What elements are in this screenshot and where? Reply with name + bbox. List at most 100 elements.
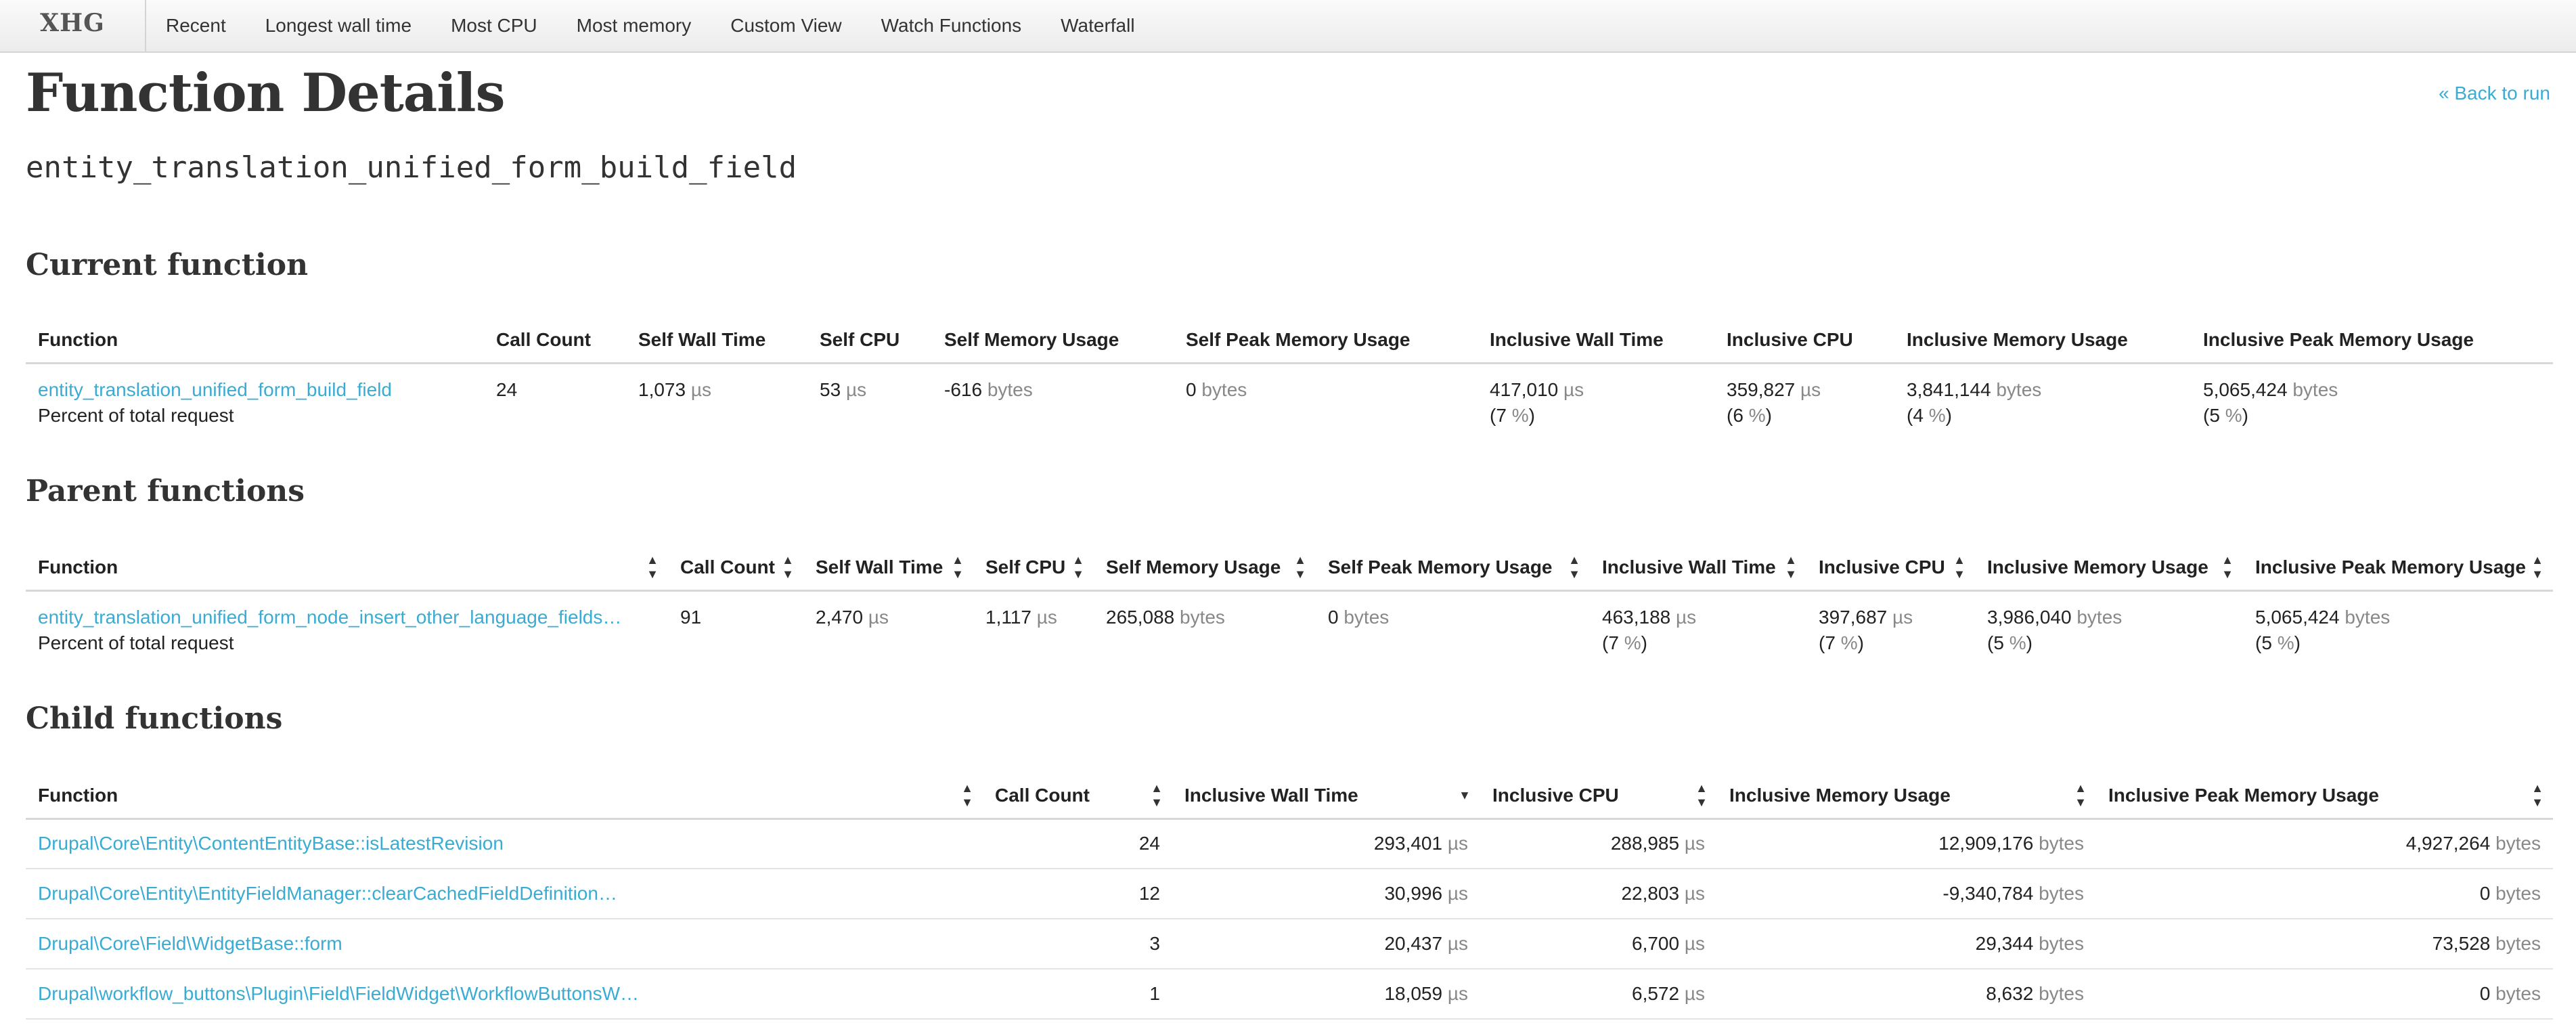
table-row: Drupal\Core\Entity\ContentEntityBase::is… bbox=[26, 819, 2553, 869]
sort-icon[interactable]: ▲ ▼ bbox=[1785, 553, 1797, 582]
sort-icon[interactable]: ▲ ▼ bbox=[2221, 553, 2234, 582]
function-link[interactable]: Drupal\workflow_buttons\Plugin\Field\Fie… bbox=[38, 983, 639, 1004]
nav-item-recent[interactable]: Recent bbox=[146, 15, 246, 37]
col-self-wall-time: Self Wall Time bbox=[626, 318, 807, 364]
col-self-memory: Self Memory Usage bbox=[932, 318, 1174, 364]
col-call-count[interactable]: Call Count ▲ ▼ bbox=[668, 546, 803, 592]
nav-item-longest-wall-time[interactable]: Longest wall time bbox=[246, 15, 431, 37]
sort-icon[interactable]: ▲ ▼ bbox=[2531, 553, 2544, 582]
unit: µs bbox=[1800, 378, 1821, 400]
cell-call-count: 24 bbox=[496, 378, 518, 400]
percent: (6 %) bbox=[1727, 404, 1772, 426]
col-self-peak-memory[interactable]: Self Peak Memory Usage ▲ ▼ bbox=[1316, 546, 1590, 592]
col-function[interactable]: Function ▲ ▼ bbox=[26, 546, 668, 592]
col-inclusive-memory[interactable]: Inclusive Memory Usage ▲ ▼ bbox=[1717, 774, 2096, 820]
cell-self-wall-time: 2,470 µs bbox=[803, 590, 973, 661]
col-inclusive-wall-time[interactable]: Inclusive Wall Time ▼ bbox=[1172, 774, 1480, 820]
cell-inclusive-peak-memory: 5,065,424 bytes (5 %) bbox=[2191, 363, 2553, 433]
nav-item-watch-functions[interactable]: Watch Functions bbox=[862, 15, 1041, 37]
cell-inclusive-peak-memory: 0 bytes bbox=[2096, 969, 2553, 1020]
col-function: Function bbox=[26, 318, 484, 364]
cell-function: Drupal\Core\Field\WidgetBase::form bbox=[26, 919, 983, 969]
function-link[interactable]: entity_translation_unified_form_build_fi… bbox=[38, 379, 392, 400]
unit: bytes bbox=[2292, 378, 2338, 400]
col-self-cpu[interactable]: Self CPU ▲ ▼ bbox=[973, 546, 1094, 592]
percent: (5 %) bbox=[2255, 632, 2301, 653]
parent-functions-table: Function ▲ ▼ Call Count ▲ ▼ Self Wall Time ▲ ▼… bbox=[26, 546, 2553, 661]
sort-icon[interactable]: ▲ ▼ bbox=[1151, 781, 1163, 810]
sort-icon[interactable]: ▲ ▼ bbox=[782, 553, 794, 582]
col-inclusive-peak-memory: Inclusive Peak Memory Usage bbox=[2191, 318, 2553, 364]
unit: bytes bbox=[1343, 606, 1390, 628]
cell-self-wall-time: 1,073 µs bbox=[626, 363, 807, 433]
table-header-row: Function ▲ ▼ Call Count ▲ ▼ Self Wall Time ▲ ▼… bbox=[26, 546, 2553, 592]
col-inclusive-memory[interactable]: Inclusive Memory Usage ▲ ▼ bbox=[1975, 546, 2243, 592]
value: 3,841,144 bbox=[1907, 378, 1991, 400]
nav-item-waterfall[interactable]: Waterfall bbox=[1041, 15, 1154, 37]
percent-label: Percent of total request bbox=[38, 632, 234, 653]
brand-logo[interactable]: XHG bbox=[0, 0, 146, 51]
value: 5,065,424 bbox=[2203, 378, 2288, 400]
cell-function: entity_translation_unified_form_node_ins… bbox=[26, 590, 668, 661]
function-link[interactable]: entity_translation_unified_form_node_ins… bbox=[38, 607, 656, 628]
sort-icon[interactable]: ▲ ▼ bbox=[2074, 781, 2087, 810]
cell-function: Drupal\Core\Entity\EntityFieldManager::c… bbox=[26, 869, 983, 919]
sort-icon[interactable]: ▲ ▼ bbox=[961, 781, 973, 810]
sort-icon[interactable]: ▲ ▼ bbox=[952, 553, 964, 582]
cell-inclusive-cpu: 22,803 µs bbox=[1480, 869, 1717, 919]
col-inclusive-cpu[interactable]: Inclusive CPU ▲ ▼ bbox=[1480, 774, 1717, 820]
unit: µs bbox=[1036, 606, 1057, 628]
nav-item-custom-view[interactable]: Custom View bbox=[711, 15, 861, 37]
function-link[interactable]: Drupal\Core\Entity\EntityFieldManager::c… bbox=[38, 883, 617, 904]
cell-self-cpu: 53 µs bbox=[807, 363, 932, 433]
current-function-title: Current function bbox=[26, 248, 309, 282]
unit: µs bbox=[845, 378, 867, 400]
sort-icon[interactable]: ▲ ▼ bbox=[1072, 553, 1084, 582]
col-inclusive-peak-memory[interactable]: Inclusive Peak Memory Usage ▲ ▼ bbox=[2096, 774, 2553, 820]
top-navbar: XHG Recent Longest wall time Most CPU Mo… bbox=[0, 0, 2576, 53]
value: 5,065,424 bbox=[2255, 606, 2340, 628]
sort-icon[interactable]: ▲ ▼ bbox=[1568, 553, 1580, 582]
cell-self-memory: 265,088 bytes bbox=[1094, 590, 1316, 661]
cell-function: Drupal\Core\Entity\ContentEntityBase::is… bbox=[26, 819, 983, 869]
cell-call-count: 3 bbox=[983, 919, 1172, 969]
col-call-count: Call Count bbox=[484, 318, 626, 364]
child-functions-title: Child functions bbox=[26, 701, 283, 736]
table-row: Drupal\workflow_buttons\Plugin\Field\Fie… bbox=[26, 969, 2553, 1020]
col-call-count[interactable]: Call Count ▲ ▼ bbox=[983, 774, 1172, 820]
sort-icon[interactable]: ▲ ▼ bbox=[1294, 553, 1306, 582]
sort-icon[interactable]: ▲ ▼ bbox=[1953, 553, 1966, 582]
function-link[interactable]: Drupal\Core\Entity\ContentEntityBase::is… bbox=[38, 833, 504, 854]
col-function[interactable]: Function ▲ ▼ bbox=[26, 774, 983, 820]
back-to-run-link[interactable]: « Back to run bbox=[2439, 83, 2550, 104]
sort-icon[interactable]: ▲ ▼ bbox=[646, 553, 659, 582]
cell-inclusive-cpu: 6,572 µs bbox=[1480, 969, 1717, 1020]
unit: µs bbox=[1563, 378, 1584, 400]
cell-inclusive-memory: 3,986,040 bytes (5 %) bbox=[1975, 590, 2243, 661]
value: 463,188 bbox=[1602, 606, 1671, 628]
nav-item-most-memory[interactable]: Most memory bbox=[557, 15, 711, 37]
sort-desc-icon[interactable]: ▼ bbox=[1459, 789, 1471, 803]
value: 53 bbox=[820, 378, 841, 400]
col-inclusive-peak-memory[interactable]: Inclusive Peak Memory Usage ▲ ▼ bbox=[2243, 546, 2553, 592]
value: 397,687 bbox=[1819, 606, 1888, 628]
table-header-row: Function ▲ ▼ Call Count ▲ ▼ Inclusive Wall T… bbox=[26, 774, 2553, 820]
cell-function: Drupal\workflow_buttons\Plugin\Field\Fie… bbox=[26, 969, 983, 1020]
col-inclusive-memory: Inclusive Memory Usage bbox=[1894, 318, 2191, 364]
unit: bytes bbox=[987, 378, 1033, 400]
percent: (5 %) bbox=[2203, 404, 2248, 426]
cell-inclusive-wall-time: 18,059 µs bbox=[1172, 969, 1480, 1020]
sort-icon[interactable]: ▲ ▼ bbox=[1695, 781, 1708, 810]
value: 0 bbox=[1328, 606, 1339, 628]
cell-call-count: 24 bbox=[983, 819, 1172, 869]
col-self-wall-time[interactable]: Self Wall Time ▲ ▼ bbox=[803, 546, 973, 592]
child-functions-table: Function ▲ ▼ Call Count ▲ ▼ Inclusive Wall T… bbox=[26, 774, 2553, 1020]
cell-self-memory: -616 bytes bbox=[932, 363, 1174, 433]
sort-icon[interactable]: ▲ ▼ bbox=[2531, 781, 2544, 810]
nav-item-most-cpu[interactable]: Most CPU bbox=[431, 15, 557, 37]
col-inclusive-cpu[interactable]: Inclusive CPU ▲ ▼ bbox=[1806, 546, 1975, 592]
cell-call-count: 91 bbox=[680, 606, 702, 628]
function-link[interactable]: Drupal\Core\Field\WidgetBase::form bbox=[38, 933, 342, 954]
col-inclusive-wall-time[interactable]: Inclusive Wall Time ▲ ▼ bbox=[1590, 546, 1806, 592]
col-self-memory[interactable]: Self Memory Usage ▲ ▼ bbox=[1094, 546, 1316, 592]
